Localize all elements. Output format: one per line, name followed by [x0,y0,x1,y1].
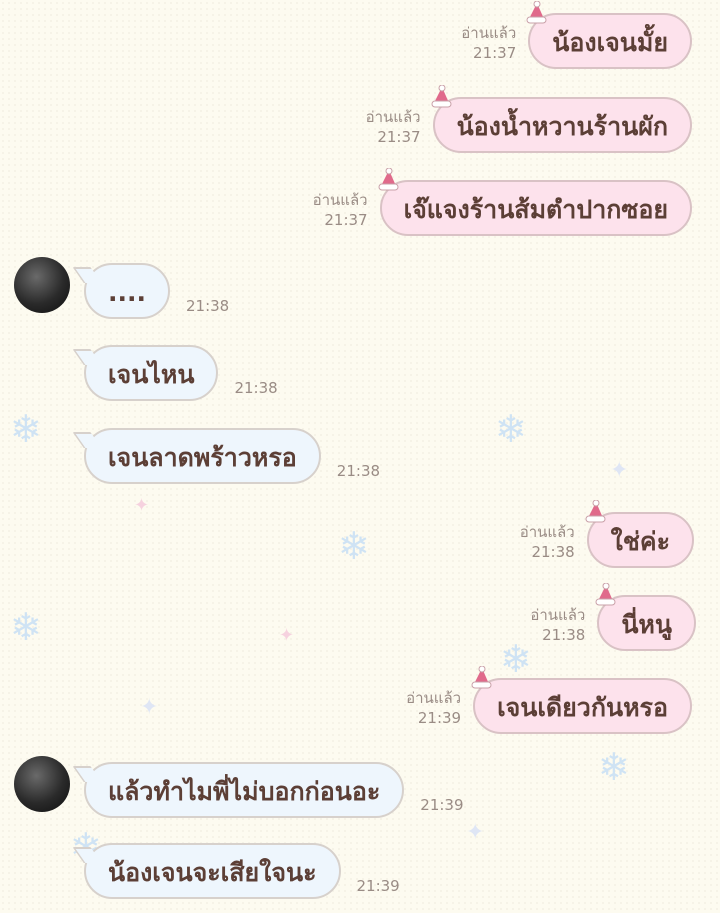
sparkle-icon: ✦ [610,458,629,483]
snowflake-icon: ❄ [495,407,527,451]
message-bubble[interactable]: เจนลาดพร้าวหรอ [84,428,321,484]
message-bubble[interactable]: แล้วทำไมพี่ไม่บอกก่อนอะ [84,762,405,818]
snowflake-icon: ❄ [338,524,370,568]
message-meta: อ่านแล้ว 21:38 [530,605,585,645]
message-bubble[interactable]: น้องเจนจะเสียใจนะ [84,843,341,899]
message-time: 21:39 [356,877,400,895]
santa-hat-icon [378,168,399,191]
read-status: อ่านแล้ว [530,606,586,624]
message-outgoing: อ่านแล้ว 21:38 ใช่ค่ะ [520,500,694,568]
santa-hat-icon [471,666,492,689]
message-time: 21:38 [531,543,575,561]
message-meta: อ่านแล้ว 21:37 [461,23,516,63]
message-text: น้องเจนมั้ย [552,28,668,57]
message-incoming: .... 21:38 [14,257,229,319]
message-meta: อ่านแล้ว 21:37 [313,190,368,230]
message-time: 21:39 [420,796,464,814]
message-text: เจ๊แจงร้านส้มตำปากซอย [403,195,668,224]
santa-hat-icon [595,583,616,606]
read-status: อ่านแล้ว [406,689,462,707]
message-bubble[interactable]: น้องน้ำหวานร้านผัก [431,85,692,153]
message-text: น้องเจนจะเสียใจนะ [108,858,317,887]
message-bubble[interactable]: ใช่ค่ะ [585,500,694,568]
snowflake-icon: ❄ [598,745,630,789]
message-incoming: เจนลาดพร้าวหรอ 21:38 [14,428,380,484]
sparkle-icon: ✦ [279,625,295,646]
message-outgoing: อ่านแล้ว 21:39 เจนเดียวกันหรอ [406,666,692,734]
avatar[interactable] [14,756,70,812]
message-bubble[interactable]: เจนไหน [84,345,219,401]
sparkle-icon: ✦ [140,695,159,720]
message-meta: อ่านแล้ว 21:37 [366,107,421,147]
message-outgoing: อ่านแล้ว 21:38 นี่หนู [530,583,696,651]
message-text: นี่หนู [621,610,672,639]
message-bubble[interactable]: นี่หนู [595,583,696,651]
message-incoming: แล้วทำไมพี่ไม่บอกก่อนอะ 21:39 [14,756,464,818]
message-time: 21:38 [336,462,381,480]
message-time: 21:37 [473,44,517,62]
avatar[interactable] [14,257,70,313]
message-bubble[interactable]: .... [84,263,170,319]
message-meta: อ่านแล้ว 21:38 [520,522,575,562]
message-incoming: เจนไหน 21:38 [14,345,278,401]
read-status: อ่านแล้ว [461,24,517,42]
santa-hat-icon [585,500,606,523]
sparkle-icon: ✦ [134,495,150,516]
santa-hat-icon [431,85,452,108]
message-text: เจนลาดพร้าวหรอ [108,443,297,472]
message-outgoing: อ่านแล้ว 21:37 น้องน้ำหวานร้านผัก [366,85,692,153]
snowflake-icon: ❄ [500,637,532,681]
message-time: 21:38 [234,379,278,397]
message-bubble[interactable]: เจ๊แจงร้านส้มตำปากซอย [378,168,692,236]
message-bubble[interactable]: น้องเจนมั้ย [526,1,692,69]
message-bubble[interactable]: เจนเดียวกันหรอ [471,666,692,734]
message-text: แล้วทำไมพี่ไม่บอกก่อนอะ [108,777,381,806]
read-status: อ่านแล้ว [519,523,575,541]
message-time: 21:39 [417,709,462,727]
message-incoming: น้องเจนจะเสียใจนะ 21:39 [14,843,400,899]
message-text: น้องน้ำหวานร้านผัก [456,112,668,141]
message-time: 21:37 [377,128,421,146]
message-text: ใช่ค่ะ [610,527,670,556]
message-outgoing: อ่านแล้ว 21:37 น้องเจนมั้ย [461,1,692,69]
read-status: อ่านแล้ว [312,191,368,209]
sparkle-icon: ✦ [466,820,485,845]
read-status: อ่านแล้ว [365,108,421,126]
message-time: 21:38 [542,626,586,644]
message-time: 21:37 [324,211,368,229]
chat-area[interactable]: ❄ ❄ ❄ ❄ ❄ ❄ ❄ ✦ ✦ ✦ ✦ ✦ อ่านแล้ว 21:37 น… [0,0,720,913]
message-meta: อ่านแล้ว 21:39 [406,688,461,728]
message-text: เจนไหน [108,360,195,389]
message-time: 21:38 [186,297,230,315]
message-text: .... [108,278,146,307]
message-text: เจนเดียวกันหรอ [497,693,668,722]
snowflake-icon: ❄ [10,605,42,649]
message-outgoing: อ่านแล้ว 21:37 เจ๊แจงร้านส้มตำปากซอย [313,168,692,236]
santa-hat-icon [526,1,547,24]
